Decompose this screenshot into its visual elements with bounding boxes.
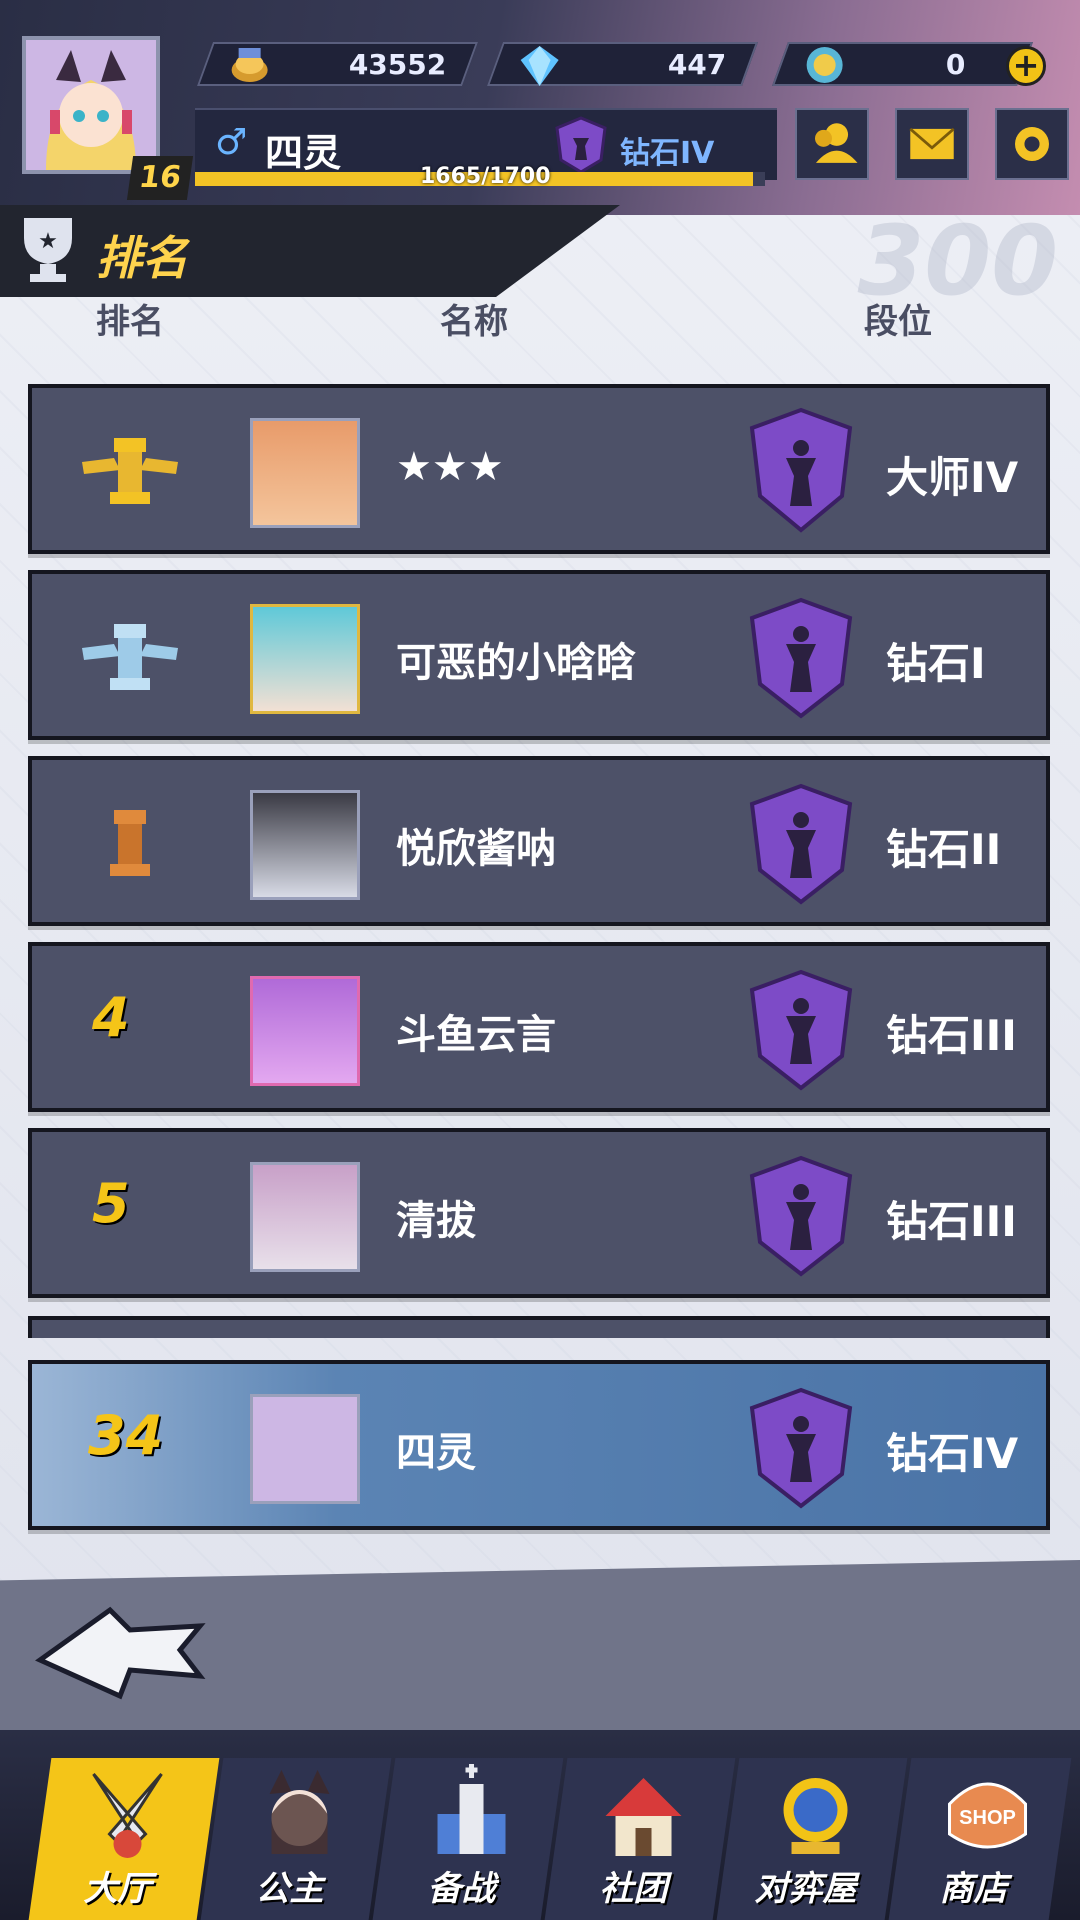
diamond-shield-icon xyxy=(749,1155,853,1277)
tab-match-room[interactable]: 对弈屋 xyxy=(716,1758,908,1920)
gold-value: 43552 xyxy=(348,48,446,81)
silver-rook-medal-icon xyxy=(82,624,178,690)
princess-icon xyxy=(269,1770,330,1854)
mail-icon xyxy=(909,127,955,160)
player-name: 斗鱼云言 xyxy=(396,1012,556,1058)
player-name: 四灵 xyxy=(265,131,342,175)
tab-label: 社团 xyxy=(599,1869,668,1909)
player-tier: 钻石I xyxy=(886,639,986,688)
rank-badge-icon xyxy=(555,116,607,174)
svg-text:SHOP: SHOP xyxy=(959,1807,1016,1829)
ranking-row[interactable]: 5 清拔 钻石III xyxy=(28,1128,1050,1298)
player-tier: 钻石III xyxy=(886,1011,1017,1060)
player-name: 清拔 xyxy=(396,1198,476,1244)
tab-label: 对弈屋 xyxy=(754,1869,857,1909)
tab-shop[interactable]: SHOP 商店 xyxy=(888,1758,1072,1920)
self-ranking-row[interactable]: 34 四灵 钻石IV xyxy=(28,1360,1050,1530)
gear-icon xyxy=(1015,127,1049,161)
gold-rook-medal-icon xyxy=(82,438,178,504)
ranking-row[interactable]: 可恶的小晗晗 钻石I xyxy=(28,570,1050,740)
master-shield-icon xyxy=(749,407,853,533)
knight-orb-icon xyxy=(783,1778,848,1854)
ranking-row[interactable]: 4 斗鱼云言 钻石III xyxy=(28,942,1050,1112)
add-coin-button[interactable]: + xyxy=(1006,46,1046,86)
guild-house-icon xyxy=(605,1778,682,1856)
rank-number: 34 xyxy=(88,1404,164,1467)
gold-icon xyxy=(231,48,268,82)
player-avatar xyxy=(250,1394,360,1504)
xp-text: 1665/1700 xyxy=(420,164,551,189)
tab-guild[interactable]: 社团 xyxy=(544,1758,736,1920)
player-name: 可恶的小晗晗 xyxy=(396,640,636,686)
player-avatar xyxy=(250,790,360,900)
bronze-rook-medal-icon xyxy=(110,810,150,876)
ranking-row[interactable]: ★★★ 大师IV xyxy=(28,384,1050,554)
tab-princess[interactable]: 公主 xyxy=(200,1758,392,1920)
column-name: 名称 xyxy=(440,302,508,342)
trophy-icon: ★ xyxy=(24,218,72,282)
tab-prepare[interactable]: 备战 xyxy=(372,1758,564,1920)
ranking-row[interactable]: 悦欣酱呐 钻石II xyxy=(28,756,1050,926)
coin-counter: 0 xyxy=(771,42,1034,86)
player-avatar xyxy=(250,418,360,528)
rank-number: 4 xyxy=(92,986,130,1049)
crossed-swords-icon xyxy=(92,1773,163,1858)
friends-button[interactable] xyxy=(795,108,869,180)
tab-label: 大厅 xyxy=(83,1869,152,1909)
gold-counter: 43552 xyxy=(196,42,479,86)
player-avatar[interactable] xyxy=(22,36,160,174)
diamond-shield-icon xyxy=(749,1387,853,1509)
column-tier: 段位 xyxy=(864,302,932,342)
mail-button[interactable] xyxy=(895,108,969,180)
diamond-shield-icon xyxy=(749,597,853,719)
settings-button[interactable] xyxy=(995,108,1069,180)
bottom-nav: 大厅 公主 备战 社团 对弈屋 SHOP 商店 xyxy=(0,1730,1080,1920)
diamond-shield-icon xyxy=(749,969,853,1091)
player-avatar xyxy=(250,1162,360,1272)
diamond-icon xyxy=(520,46,559,86)
rank-number: 5 xyxy=(92,1172,130,1235)
column-rank: 排名 xyxy=(96,302,164,342)
diamond-value: 447 xyxy=(667,48,726,81)
player-level: 16 xyxy=(126,156,194,200)
player-tier: 钻石II xyxy=(886,825,1002,874)
player-name: 悦欣酱呐 xyxy=(396,826,556,872)
chess-pieces-icon xyxy=(437,1764,506,1854)
coin-value: 0 xyxy=(945,48,965,81)
svg-text:★: ★ xyxy=(38,229,58,254)
back-arrow-button[interactable] xyxy=(30,1600,210,1700)
player-tier: 钻石III xyxy=(886,1197,1017,1246)
player-avatar xyxy=(250,604,360,714)
diamond-shield-icon xyxy=(749,783,853,905)
ranking-row-partial xyxy=(28,1316,1050,1338)
gender-male-icon: ♂ xyxy=(215,122,248,163)
player-tier: 钻石IV xyxy=(886,1429,1019,1478)
tab-lobby[interactable]: 大厅 xyxy=(28,1758,220,1920)
player-rank: 钻石IV xyxy=(620,136,715,171)
tab-label: 商店 xyxy=(939,1869,1008,1909)
tab-label: 公主 xyxy=(255,1869,324,1909)
shop-sign-icon: SHOP xyxy=(948,1782,1028,1849)
friends-icon xyxy=(815,123,858,163)
player-name: 四灵 xyxy=(396,1430,476,1476)
diamond-counter: 447 xyxy=(486,42,759,86)
player-tier: 大师IV xyxy=(886,453,1019,502)
coin-icon xyxy=(806,47,843,83)
player-avatar xyxy=(250,976,360,1086)
section-title: 排名 xyxy=(96,231,188,285)
tab-label: 备战 xyxy=(427,1869,496,1909)
player-name: ★★★ xyxy=(396,444,504,490)
